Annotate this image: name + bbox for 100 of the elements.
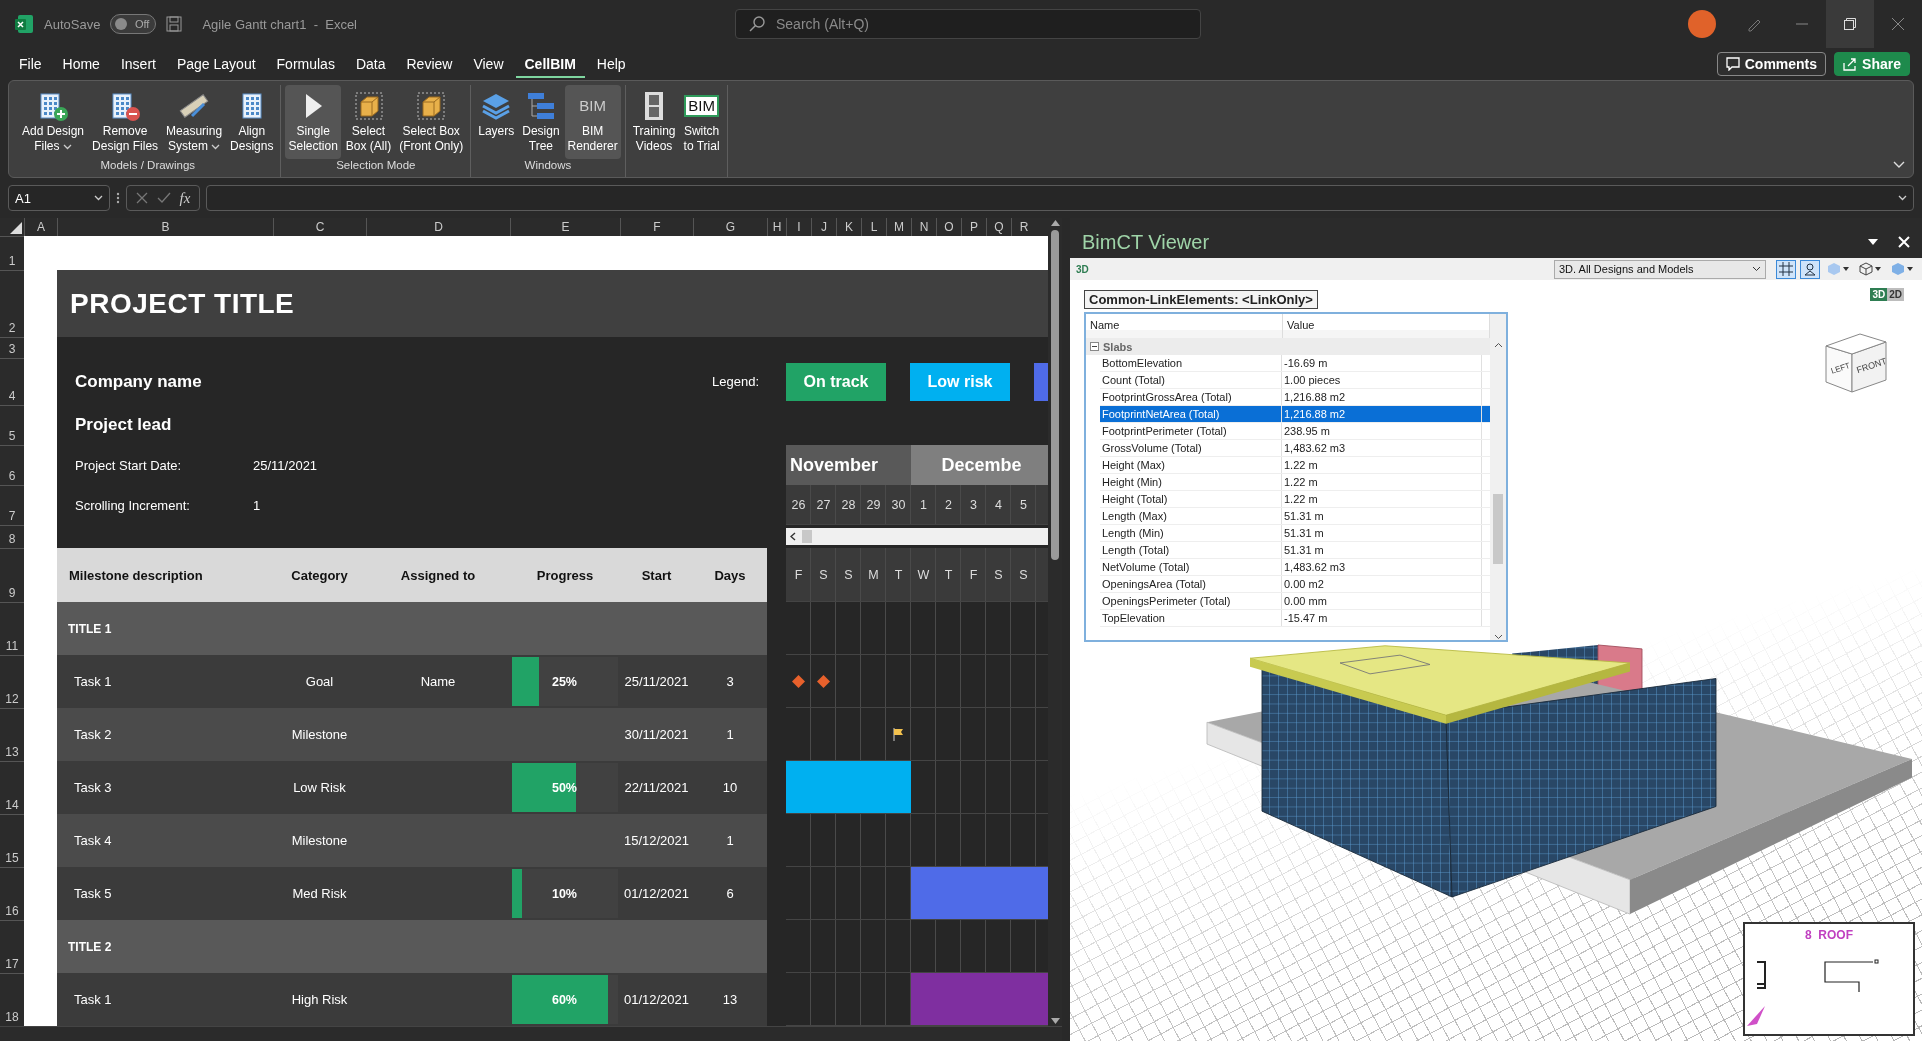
autosave-toggle[interactable]: Off	[110, 14, 157, 34]
chevron-up-icon[interactable]	[1493, 342, 1503, 348]
collapse-icon[interactable]	[1090, 342, 1099, 351]
property-row[interactable]: NetVolume (Total) 1,483.62 m3	[1100, 559, 1490, 576]
chevron-left-icon[interactable]	[790, 532, 796, 541]
property-row[interactable]: FootprintNetArea (Total) 1,216.88 m2	[1100, 406, 1490, 423]
row-header[interactable]: 14	[0, 761, 24, 814]
menu-tab[interactable]: Review	[397, 50, 462, 78]
formula-input[interactable]	[206, 185, 1914, 211]
row-header[interactable]: 6	[0, 445, 24, 485]
row-header[interactable]: 9	[0, 548, 24, 602]
ribbon-button[interactable]: Align Designs	[227, 85, 277, 159]
property-row[interactable]: Length (Min) 51.31 m	[1100, 525, 1490, 542]
minimap[interactable]: 8 ROOF	[1743, 922, 1915, 1036]
scroll-down-icon[interactable]	[1050, 1018, 1060, 1024]
property-row[interactable]: Length (Total) 51.31 m	[1100, 542, 1490, 559]
row-header[interactable]: 5	[0, 405, 24, 445]
ribbon-button[interactable]: Remove Design Files	[89, 85, 162, 159]
property-row[interactable]: Height (Min) 1.22 m	[1100, 474, 1490, 491]
row-header[interactable]: 12	[0, 655, 24, 708]
task-category: Milestone	[290, 833, 349, 848]
menu-tab[interactable]: Page Layout	[167, 50, 265, 78]
task-start: 15/12/2021	[622, 833, 691, 848]
property-row[interactable]: Length (Max) 51.31 m	[1100, 508, 1490, 525]
row-header[interactable]: 15	[0, 814, 24, 867]
task-name: Task 1	[73, 674, 113, 689]
menu-tab[interactable]: File	[10, 50, 51, 78]
menu-tab[interactable]: CellBIM	[515, 50, 585, 78]
property-row[interactable]: Height (Max) 1.22 m	[1100, 457, 1490, 474]
horizontal-scrollbar[interactable]	[786, 528, 1048, 545]
property-row[interactable]: GrossVolume (Total) 1,483.62 m3	[1100, 440, 1490, 457]
scroll-thumb[interactable]	[1051, 230, 1059, 560]
view-cube[interactable]: LEFT FRONT	[1822, 330, 1890, 394]
ribbon-button[interactable]: Training Videos	[629, 85, 679, 159]
menu-tab[interactable]: Insert	[111, 50, 165, 78]
cancel-icon[interactable]	[135, 192, 148, 204]
view-dropdown[interactable]: 3D. All Designs and Models	[1554, 259, 1766, 279]
row-header[interactable]: 2	[0, 270, 24, 337]
ribbon-button[interactable]: Layers	[475, 85, 518, 159]
ribbon-button[interactable]: BIM BIM Renderer	[564, 85, 621, 159]
ribbon-button[interactable]: Design Tree	[519, 85, 563, 159]
ribbon-button[interactable]: Select Box (Front Only)	[396, 85, 467, 159]
task-assignee: Name	[419, 674, 457, 689]
property-row[interactable]: OpeningsArea (Total) 0.00 m2	[1100, 576, 1490, 593]
vertical-scrollbar[interactable]	[1490, 314, 1506, 640]
ribbon-button[interactable]: Single Selection	[285, 85, 341, 159]
ribbon-button[interactable]: Select Box (All)	[342, 85, 395, 159]
group-row[interactable]: Slabs	[1086, 338, 1490, 355]
field-label: Scrolling Increment:	[74, 497, 191, 513]
menu-tab[interactable]: Data	[346, 50, 395, 78]
checkmark-icon[interactable]	[156, 192, 171, 204]
property-row[interactable]: FootprintGrossArea (Total) 1,216.88 m2	[1100, 389, 1490, 406]
property-row[interactable]: Count (Total) 1.00 pieces	[1100, 372, 1490, 389]
close-icon[interactable]	[1898, 236, 1910, 248]
row-header[interactable]: 3	[0, 337, 24, 358]
scroll-thumb[interactable]	[1493, 494, 1503, 564]
task-name: Task 5	[73, 886, 113, 901]
view-mode-toggle[interactable]: 2D	[1887, 288, 1904, 301]
chevron-down-icon[interactable]	[1493, 634, 1503, 640]
menu-tab[interactable]: Formulas	[267, 50, 344, 78]
property-row[interactable]: TopElevation -15.47 m	[1100, 610, 1490, 627]
ribbon-button[interactable]: Measuring System	[163, 85, 226, 159]
location-button[interactable]	[1800, 259, 1820, 279]
row-header[interactable]: 4	[0, 358, 24, 405]
grid-button[interactable]	[1776, 259, 1796, 279]
user-avatar[interactable]	[1688, 10, 1716, 38]
row-header[interactable]: 13	[0, 708, 24, 761]
model-viewport[interactable]	[1070, 280, 1922, 1041]
select-all-icon[interactable]	[10, 222, 22, 234]
property-row[interactable]: OpeningsPerimeter (Total) 0.00 mm	[1100, 593, 1490, 610]
day-number: 3	[969, 497, 978, 512]
scroll-thumb[interactable]	[802, 530, 812, 543]
name-box[interactable]: A1	[8, 185, 110, 211]
share-button[interactable]: Share	[1834, 52, 1910, 76]
row-header[interactable]: 7	[0, 485, 24, 525]
save-icon[interactable]	[166, 16, 183, 32]
comments-button[interactable]: Comments	[1716, 52, 1827, 76]
view-mode-toggle[interactable]: 3D	[1870, 288, 1888, 301]
collapse-ribbon-icon[interactable]	[1893, 161, 1905, 169]
property-row[interactable]: BottomElevation -16.69 m	[1100, 355, 1490, 372]
restore-button[interactable]	[1826, 0, 1874, 48]
row-header[interactable]: 17	[0, 920, 24, 973]
row-header[interactable]: 1	[0, 236, 24, 270]
menu-tab[interactable]: Home	[53, 50, 109, 78]
scroll-up-icon[interactable]	[1050, 220, 1060, 226]
row-header[interactable]: 8	[0, 525, 24, 548]
menu-tab[interactable]: View	[464, 50, 513, 78]
row-header[interactable]: 11	[0, 602, 24, 655]
search-field[interactable]: Search (Alt+Q)	[735, 9, 1201, 39]
ribbon-button[interactable]: BIM Switch to Trial	[680, 85, 723, 159]
row-header[interactable]: 16	[0, 867, 24, 920]
ribbon-button[interactable]: Add Design Files	[19, 85, 88, 159]
cube-icon	[1891, 262, 1905, 276]
property-row[interactable]: Height (Total) 1.22 m	[1100, 491, 1490, 508]
insert-function-button[interactable]: fx	[179, 189, 191, 207]
property-row[interactable]: FootprintPerimeter (Total) 238.95 m	[1100, 423, 1490, 440]
caret-down-icon[interactable]	[1868, 239, 1878, 245]
property-value: -15.47 m	[1282, 610, 1482, 626]
menu-tab[interactable]: Help	[587, 50, 635, 78]
more-icon[interactable]	[116, 191, 120, 205]
